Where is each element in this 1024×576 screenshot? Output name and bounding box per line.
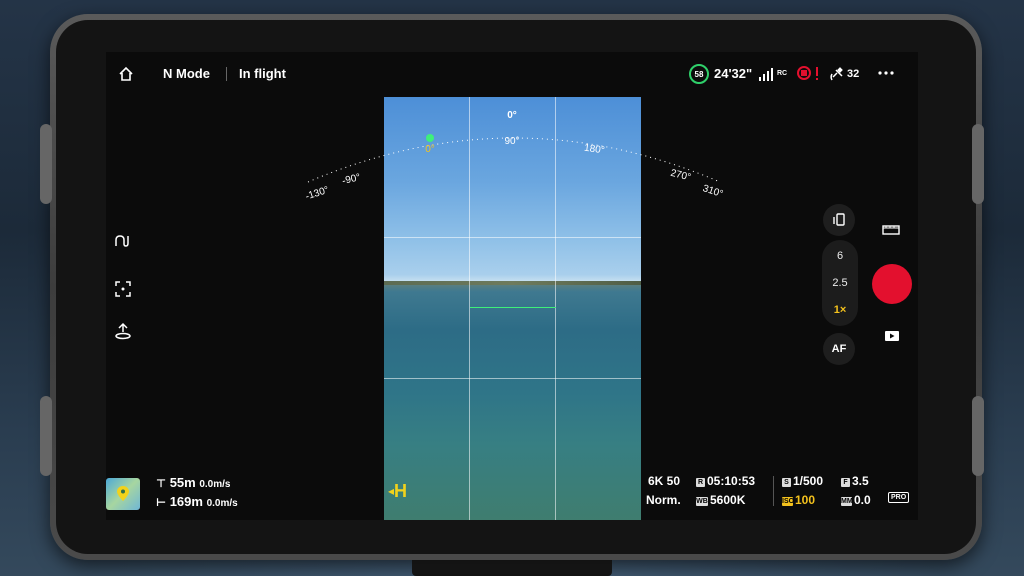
heading-scale: 0° -130° -90° 0° 90° 180° 270° 310° [304,110,724,203]
heading-tick-label: -130° [304,185,330,203]
focus-frame-icon[interactable] [114,280,132,298]
heading-tick-label: 90° [504,136,519,147]
height-icon: ⊤ [156,478,167,490]
iso-value: 100 [795,493,816,507]
ev-value: 0.0 [854,493,871,507]
flight-time-remaining: 24'32" [714,66,753,81]
tablet-grip-left [40,124,52,204]
topbar-divider [226,67,227,81]
horizon-indicator [470,307,556,313]
screen-rotate-icon [833,213,845,226]
distance-value: 169m [169,494,203,509]
heading-tick-label: 310° [701,183,724,200]
home-point-indicator: ◂H [388,481,407,502]
record-time-remaining: R 05:10:53 [696,474,755,488]
iso[interactable]: ISO100 [782,493,815,507]
signal-strength-icon[interactable] [758,67,776,81]
shoreline [384,281,641,285]
grid-line-horizontal-2 [384,378,641,379]
playback-icon[interactable] [884,330,900,342]
tablet-grip-right [972,124,984,204]
color-mode[interactable]: Norm. [646,493,681,507]
storage-icon: R [696,478,705,487]
zoom-option-1x[interactable]: 1× [822,304,858,316]
top-bar: N Mode In flight 58 24'32" RC 32 [106,52,918,96]
white-balance[interactable]: WB 5600K [696,493,745,507]
aperture-value: 3.5 [852,474,869,488]
vertical-speed: 0.0m/s [199,479,231,490]
shutter-speed[interactable]: S 1/500 [782,474,823,488]
heading-top-label: 0° [507,110,517,121]
white-balance-value: 5600K [710,493,746,507]
aperture-icon: F [841,478,850,487]
heading-current-marker [426,134,434,142]
rc-label: RC [777,70,788,77]
resolution-framerate[interactable]: 6K 50 [648,474,680,488]
waypoint-route-icon[interactable] [114,232,132,250]
camera-switch-button[interactable] [823,204,855,236]
map-thumbnail[interactable] [106,478,140,510]
distance-icon: ⊢ [156,497,167,509]
white-balance-icon: WB [696,497,708,506]
distance-readout: ⊢ 169m 0.0m/s [156,494,238,509]
video-mode-icon[interactable] [882,224,900,236]
af-button[interactable]: AF [823,333,855,365]
obstacle-avoidance-icon[interactable] [796,65,812,81]
zoom-selector: 6 2.5 1× [822,240,858,326]
satellite-count: 32 [847,68,860,80]
flight-screen: N Mode In flight 58 24'32" RC 32 ◂H 0° -… [106,52,918,520]
zoom-option-6[interactable]: 6 [822,250,858,262]
flight-status-label: In flight [239,66,286,81]
record-button[interactable] [872,264,912,304]
tablet-grip-left-lower [40,396,52,476]
heading-tick-label: 0° [425,144,435,155]
takeoff-landing-icon[interactable] [114,322,132,340]
exposure-value[interactable]: MM0.0 [841,493,871,507]
shutter-icon: S [782,478,791,487]
record-time-value: 05:10:53 [707,474,756,488]
grid-line-horizontal-1 [384,237,641,238]
heading-tick-label: 180° [583,143,605,157]
shutter-value: 1/500 [793,474,824,488]
aperture[interactable]: F 3.5 [841,474,869,488]
pro-mode-button[interactable]: PRO [888,492,910,503]
satellite-icon[interactable] [830,66,846,82]
battery-indicator[interactable]: 58 [689,64,709,84]
map-pin-icon [117,486,129,501]
height-value: 55m [169,475,196,490]
flight-mode-label[interactable]: N Mode [163,66,210,81]
more-options-icon[interactable] [878,70,894,76]
alert-icon[interactable] [814,66,820,82]
ev-icon: MM [841,497,853,506]
tablet-grip-right-lower [972,396,984,476]
horizontal-speed: 0.0m/s [206,498,238,509]
height-readout: ⊤ 55m 0.0m/s [156,475,230,490]
heading-tick-label: -90° [341,172,362,187]
camera-info-divider [773,476,774,506]
home-icon[interactable] [118,66,134,82]
zoom-option-2-5[interactable]: 2.5 [822,277,858,289]
home-point-label: H [394,481,408,501]
iso-icon: ISO [782,497,795,506]
